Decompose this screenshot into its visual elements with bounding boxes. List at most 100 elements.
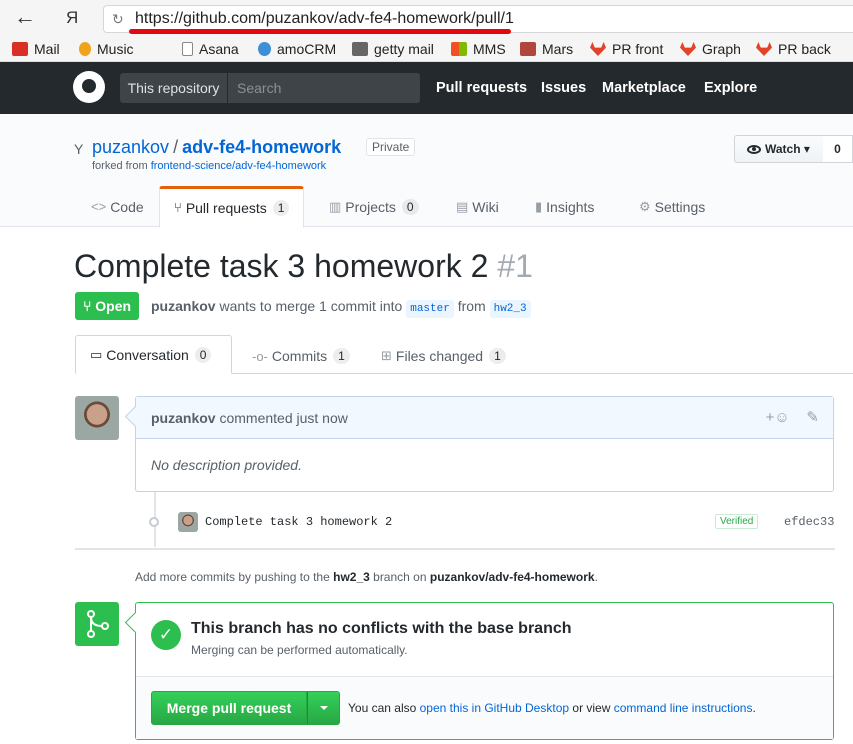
page-icon [182, 42, 193, 56]
push-note-text: branch on [373, 570, 427, 584]
code-icon: <> [91, 199, 107, 214]
open-in-desktop-link[interactable]: open this in GitHub Desktop [420, 701, 569, 715]
repo-name-link[interactable]: adv-fe4-homework [182, 137, 341, 157]
book-icon: ▤ [456, 199, 469, 214]
bookmark-mail[interactable]: Mail [12, 41, 60, 57]
bookmark-amocrm[interactable]: amoCRM [258, 41, 336, 57]
avatar[interactable] [75, 396, 119, 440]
comment-timestamp: commented just now [219, 410, 348, 426]
bookmark-label: getty mail [374, 41, 434, 57]
check-icon: ✓ [151, 620, 181, 650]
yandex-logo-icon[interactable]: Я [66, 8, 78, 28]
nav-issues[interactable]: Issues [541, 80, 586, 96]
comment-author-link[interactable]: puzankov [151, 410, 216, 426]
merge-pull-request-button[interactable]: Merge pull request [151, 691, 307, 725]
gmail-icon [12, 42, 28, 56]
gitlab-icon [590, 42, 606, 56]
tab-conversation[interactable]: ▭ Conversation 0 [75, 335, 232, 374]
back-arrow-icon[interactable]: ← [14, 6, 36, 28]
tab-label: Files changed [395, 348, 484, 364]
bookmark-label: Mars [542, 41, 574, 57]
tab-settings[interactable]: ⚙ Settings [639, 187, 705, 227]
bookmark-label: Music [97, 41, 134, 57]
pr-comment: puzankov commented just now +☺ ✎ No desc… [135, 396, 834, 492]
watch-button[interactable]: Watch ▾ [734, 135, 824, 163]
search-input[interactable] [229, 73, 419, 103]
base-branch[interactable]: master [406, 300, 454, 318]
command-line-instructions-link[interactable]: command line instructions [614, 701, 753, 715]
repo-separator: / [173, 137, 179, 157]
bookmark-label: Asana [199, 41, 239, 57]
state-label: Open [95, 298, 132, 314]
url-text[interactable]: https://github.com/puzankov/adv-fe4-home… [135, 10, 514, 28]
pull-request-icon: ⑂ [83, 298, 96, 314]
verified-badge[interactable]: Verified [715, 514, 759, 529]
music-icon [79, 42, 91, 56]
tab-counter: 1 [272, 200, 290, 216]
tab-projects[interactable]: ▥ Projects 0 [329, 187, 419, 227]
watch-count[interactable]: 0 [823, 135, 853, 163]
forked-from-link[interactable]: frontend-science/adv-fe4-homework [151, 160, 326, 172]
diff-icon: ⊞ [381, 348, 392, 363]
browser-toolbar: ← Я ↻ https://github.com/puzankov/adv-fe… [0, 0, 853, 36]
mars-icon [520, 42, 536, 56]
commit-message-link[interactable]: Complete task 3 homework 2 [205, 515, 392, 529]
nav-explore[interactable]: Explore [704, 80, 757, 96]
tab-counter: 1 [333, 348, 350, 364]
bookmark-mars[interactable]: Mars [520, 41, 573, 57]
bookmark-asana[interactable]: Asana [182, 41, 239, 57]
pr-title: Complete task 3 homework 2 #1 [74, 248, 533, 285]
commit-sha-link[interactable]: efdec33 [784, 515, 834, 529]
bookmark-pr-front[interactable]: PR front [590, 41, 663, 57]
timeline-divider [75, 548, 835, 550]
nav-marketplace[interactable]: Marketplace [602, 80, 686, 96]
github-logo-icon[interactable] [73, 71, 105, 103]
merge-method-dropdown[interactable] [307, 691, 340, 725]
tab-insights[interactable]: ▮ Insights [535, 187, 594, 227]
tab-code[interactable]: <> Code [91, 187, 144, 227]
commit-author-avatar[interactable] [178, 512, 198, 532]
nav-pull-requests[interactable]: Pull requests [436, 80, 527, 96]
bookmark-pr-back[interactable]: PR back [756, 41, 831, 57]
pr-author-link[interactable]: puzankov [151, 298, 216, 314]
bookmark-graph[interactable]: Graph [680, 41, 741, 57]
tab-label: Commits [271, 348, 328, 364]
state-badge-open: ⑂ Open [75, 292, 140, 320]
watch-label: Watch [765, 142, 801, 156]
graph-icon: ▮ [535, 199, 543, 214]
merge-alt-text: or view [572, 701, 611, 715]
reload-icon[interactable]: ↻ [112, 11, 124, 28]
pr-title-text: Complete task 3 homework 2 [74, 248, 489, 284]
tab-pull-requests[interactable]: ⑂ Pull requests 1 [159, 186, 305, 228]
bookmark-getty-mail[interactable]: getty mail [352, 41, 434, 57]
git-commit-icon: -o- [252, 348, 268, 364]
pencil-icon[interactable]: ✎ [806, 409, 819, 426]
repo-owner-link[interactable]: puzankov [92, 137, 169, 157]
bookmark-label: PR back [778, 41, 831, 57]
bookmark-mms[interactable]: MMS [451, 41, 506, 57]
bookmark-label: MMS [473, 41, 506, 57]
add-reaction-icon[interactable]: +☺ [766, 409, 790, 426]
tab-commits[interactable]: -o- Commits 1 [252, 338, 350, 374]
bookmark-label: Mail [34, 41, 60, 57]
bookmarks-bar: Mail Music Asana amoCRM getty mail MMS M… [0, 36, 853, 62]
bookmark-music[interactable]: Music [79, 41, 134, 57]
forked-from: forked from frontend-science/adv-fe4-hom… [92, 160, 326, 172]
repo-header: Y puzankov / adv-fe4-homework Private fork… [0, 114, 853, 228]
tab-counter: 0 [194, 346, 212, 363]
url-red-underline [129, 29, 511, 34]
tab-files-changed[interactable]: ⊞ Files changed 1 [381, 338, 506, 374]
merge-alt-text: You can also [348, 701, 417, 715]
pr-number: #1 [497, 248, 533, 284]
push-note-suffix: . [594, 570, 598, 584]
tab-label: Projects [345, 199, 396, 215]
private-badge: Private [366, 138, 416, 156]
pull-request-icon: ⑂ [174, 200, 182, 215]
search-scope-label[interactable]: This repository [120, 73, 228, 103]
merge-status-heading: This branch has no conflicts with the ba… [191, 620, 572, 637]
tab-wiki[interactable]: ▤ Wiki [456, 187, 499, 227]
project-icon: ▥ [329, 199, 342, 214]
search-form: This repository [120, 73, 420, 103]
comment-header: puzankov commented just now +☺ ✎ [136, 397, 833, 439]
head-branch[interactable]: hw2_3 [489, 300, 531, 318]
